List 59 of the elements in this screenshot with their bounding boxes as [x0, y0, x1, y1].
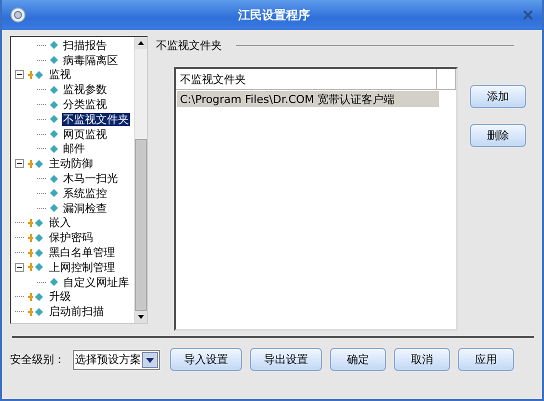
diamond-icon — [49, 144, 59, 154]
diamond-icon — [49, 277, 59, 288]
scroll-down-icon[interactable] — [135, 311, 147, 323]
pin-diamond-icon — [27, 292, 45, 302]
scroll-thumb[interactable] — [135, 139, 147, 311]
diamond-icon — [49, 55, 59, 66]
list-row[interactable]: C:\Program Files\Dr.COM 宽带认证客户端 — [177, 91, 439, 107]
tree-item[interactable]: 邮件 — [62, 142, 86, 156]
pin-diamond-icon — [27, 232, 45, 243]
pin-diamond-icon — [27, 248, 45, 258]
tree-item[interactable]: 升级 — [48, 290, 72, 304]
diamond-icon — [49, 114, 59, 124]
tree-item[interactable]: 主动防御 — [48, 157, 94, 170]
column-header[interactable]: 不监视文件夹 — [176, 69, 437, 89]
tree-item[interactable]: 嵌入 — [48, 216, 72, 230]
security-level-label: 安全级别： — [10, 352, 65, 367]
section-title: 不监视文件夹 — [156, 38, 222, 53]
pin-diamond-icon — [27, 306, 45, 317]
action-button[interactable]: 添加 — [470, 85, 526, 108]
pin-diamond-icon — [27, 158, 45, 169]
dialog-button[interactable]: 导入设置 — [170, 348, 242, 371]
preset-dropdown[interactable]: 选择预设方案 — [73, 350, 160, 370]
collapse-icon[interactable] — [15, 70, 24, 80]
pin-diamond-icon — [27, 218, 45, 228]
tree-item[interactable]: 系统监控 — [62, 186, 108, 200]
scrollbar[interactable] — [134, 37, 147, 323]
diamond-icon — [49, 129, 59, 140]
diamond-icon — [49, 84, 59, 95]
diamond-icon — [49, 100, 59, 110]
dialog-button[interactable]: 取消 — [394, 348, 450, 371]
tree-item[interactable]: 黑白名单管理 — [48, 246, 116, 260]
dialog-button[interactable]: 应用 — [458, 348, 514, 371]
window-title: 江民设置程序 — [237, 6, 311, 24]
diamond-icon — [49, 174, 59, 184]
action-button[interactable]: 删除 — [470, 124, 526, 147]
tree-item[interactable]: 网页监视 — [62, 128, 108, 141]
tree-item[interactable]: 漏洞检查 — [62, 202, 108, 215]
tree-item[interactable]: 扫描报告 — [62, 38, 108, 52]
tree-item[interactable]: 病毒隔离区 — [62, 54, 119, 67]
dialog-button[interactable]: 确定 — [330, 348, 386, 371]
dialog-button[interactable]: 导出设置 — [250, 348, 322, 371]
tree-item[interactable]: 监视 — [48, 68, 72, 82]
scroll-up-icon[interactable] — [135, 37, 147, 49]
tree-item[interactable]: 上网控制管理 — [48, 260, 116, 274]
tree-item[interactable]: 分类监视 — [62, 98, 108, 112]
diamond-icon — [49, 40, 59, 50]
diamond-icon — [49, 188, 59, 198]
collapse-icon[interactable] — [15, 159, 24, 168]
pin-diamond-icon — [27, 262, 45, 272]
tree-item[interactable]: 不监视文件夹 — [62, 112, 130, 126]
tree-item[interactable]: 自定义网址库 — [62, 276, 130, 289]
tree-item[interactable]: 启动前扫描 — [48, 305, 105, 318]
diamond-icon — [49, 203, 59, 214]
tree-item[interactable]: 保护密码 — [48, 231, 94, 244]
collapse-icon[interactable] — [15, 262, 24, 272]
pin-diamond-icon — [27, 70, 45, 80]
tree-item[interactable]: 监视参数 — [62, 83, 108, 96]
tree-item[interactable]: 木马一扫光 — [62, 172, 119, 186]
app-icon — [10, 7, 26, 23]
